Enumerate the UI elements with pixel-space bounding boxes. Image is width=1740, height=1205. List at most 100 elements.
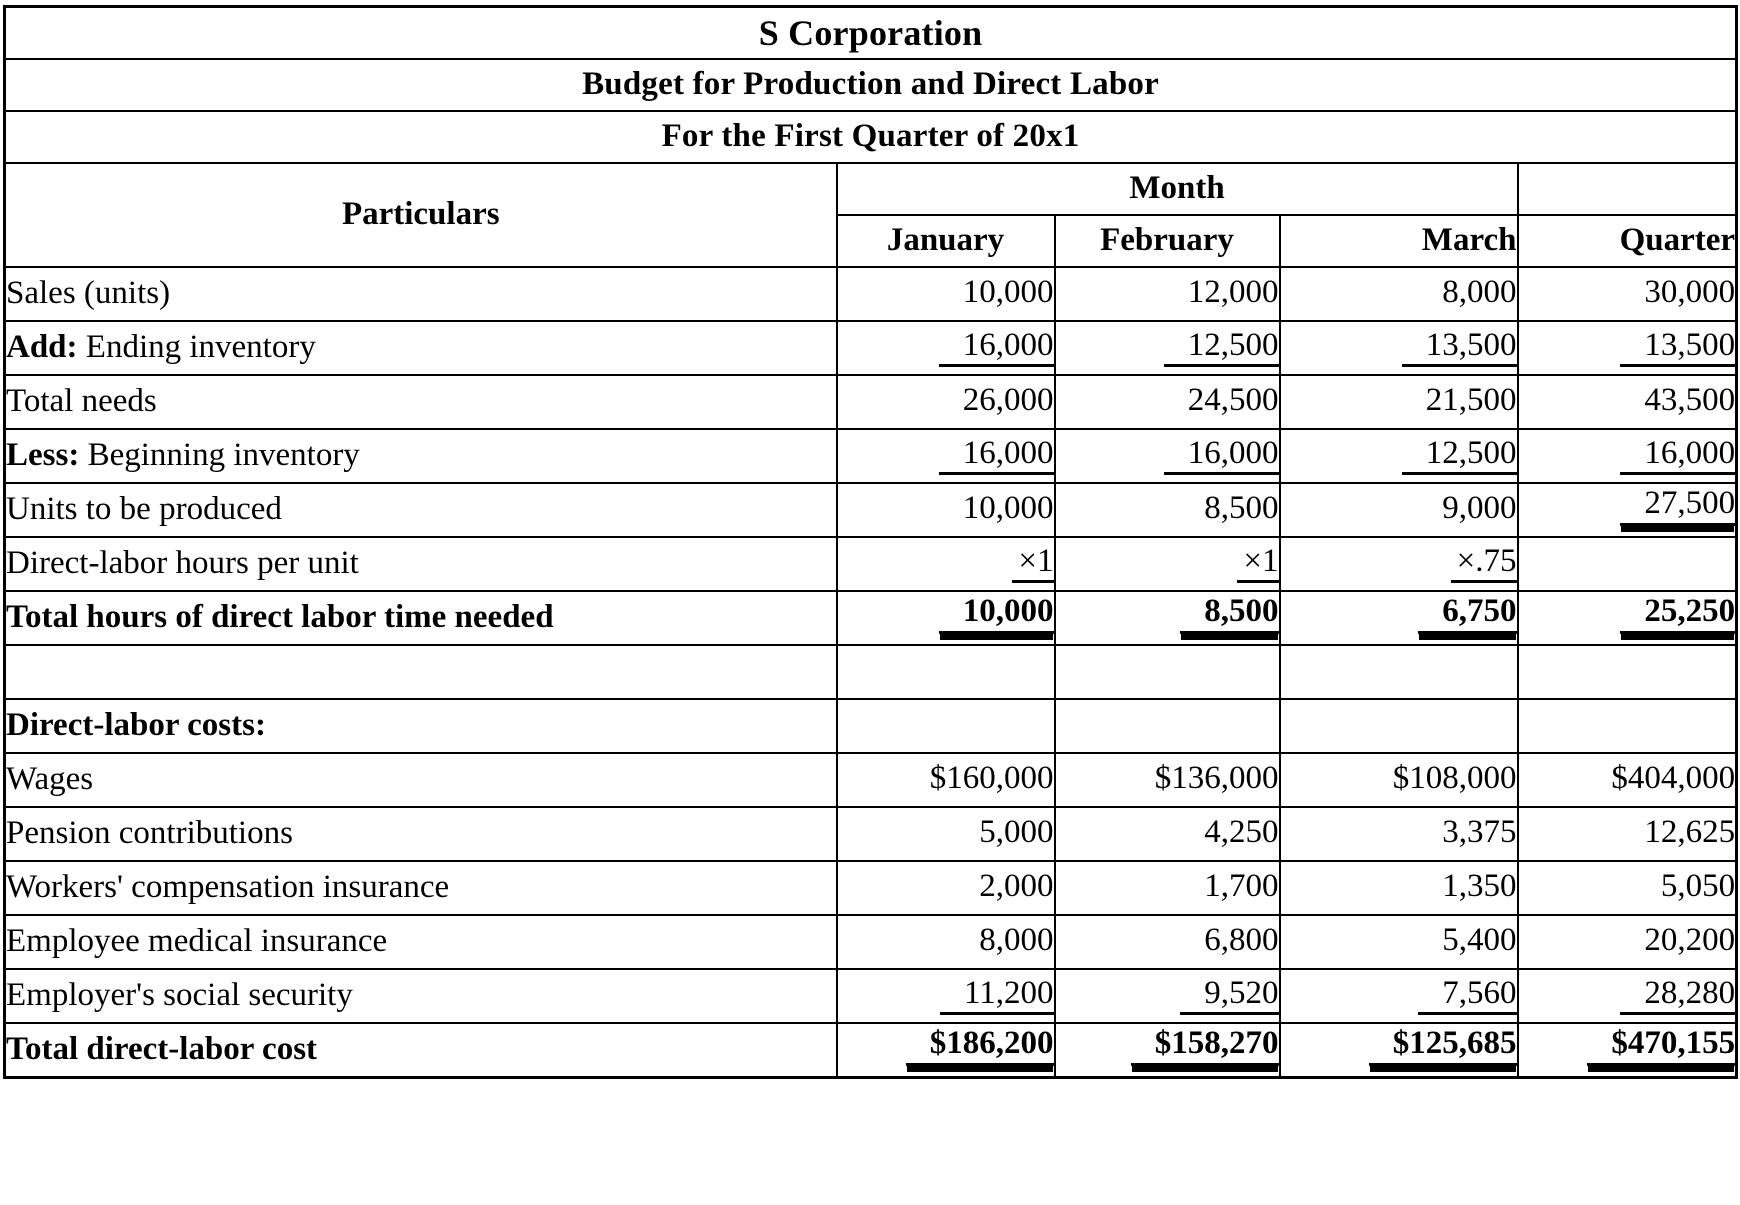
row-label-prefix: Add: [6,329,86,366]
cell-january [835,644,1056,700]
cell-value: 43,500 [1644,382,1736,419]
cell-value: 2,000 [979,868,1054,905]
title-row-company: S Corporation [3,5,1738,60]
title-row-period: For the First Quarter of 20x1 [3,110,1738,164]
row-label: Total needs [3,374,838,430]
cell-february: 6,800 [1053,914,1281,970]
cell-march: 9,000 [1278,482,1519,538]
cell-value: 20,200 [1644,922,1736,959]
table-row: Direct-labor hours per unit ×1 ×1 ×.75 [3,536,1738,592]
row-label: Wages [3,752,838,808]
cell-value: $404,000 [1611,760,1736,797]
cell-january: 11,200 [835,968,1056,1024]
cell-january: 10,000 [835,590,1056,646]
cell-value: 16,000 [1163,436,1279,476]
table-row: Units to be produced 10,000 8,500 9,000 27,5… [3,482,1738,538]
cell-march: $108,000 [1278,752,1519,808]
statement-title: Budget for Production and Direct Labor [3,58,1738,112]
table-row: Total hours of direct labor time needed 1… [3,590,1738,646]
table-row [3,644,1738,700]
row-label: Units to be produced [3,482,838,538]
cell-value: 1,700 [1204,868,1279,905]
cell-march [1278,644,1519,700]
cell-march: 8,000 [1278,266,1519,322]
cell-january [835,698,1056,754]
cell-value: 16,000 [1620,436,1736,476]
cell-value: 8,000 [1442,274,1517,311]
cell-value: 21,500 [1425,382,1517,419]
table-row: Total direct-labor cost $186,200 $158,270 $… [3,1022,1738,1079]
cell-march: 3,375 [1278,806,1519,862]
cell-value: 30,000 [1644,274,1736,311]
row-label: Total direct-labor cost [3,1022,838,1079]
cell-january: $186,200 [835,1022,1056,1079]
cell-value: 11,200 [939,976,1054,1016]
cell-february: 1,700 [1053,860,1281,916]
cell-january: 10,000 [835,266,1056,322]
cell-value: 26,000 [962,382,1054,419]
data-rows-host: Sales (units) 10,000 12,000 8,000 30,000 Add:… [3,266,1738,1079]
cell-value: ×1 [1012,544,1054,584]
cell-february: 24,500 [1053,374,1281,430]
cell-quarter [1516,536,1738,592]
cell-value: $136,000 [1154,760,1279,797]
cell-march: $125,685 [1278,1022,1519,1079]
cell-january: 5,000 [835,806,1056,862]
cell-january: 16,000 [835,320,1056,376]
cell-value: 16,000 [938,328,1054,368]
budget-sheet: S Corporation Budget for Production and … [0,0,1740,1205]
cell-value: 13,500 [1401,328,1517,368]
cell-quarter: 27,500 [1516,482,1738,538]
row-label-text: Beginning inventory [87,437,360,474]
cell-value: 6,800 [1204,922,1279,959]
cell-value: 7,560 [1418,976,1517,1016]
row-label: Direct-labor costs: [3,698,838,754]
cell-february: 16,000 [1053,428,1281,484]
cell-february: 8,500 [1053,590,1281,646]
cell-value: 12,625 [1644,814,1736,851]
cell-february: ×1 [1053,536,1281,592]
table-row: Less: Beginning inventory 16,000 16,000 12,… [3,428,1738,484]
table-row: Wages $160,000 $136,000 $108,000 $404,000 [3,752,1738,808]
cell-quarter: 20,200 [1516,914,1738,970]
cell-january: $160,000 [835,752,1056,808]
column-header-particulars: Particulars [3,162,838,268]
period-title: For the First Quarter of 20x1 [3,110,1738,164]
cell-january: 10,000 [835,482,1056,538]
cell-value: 4,250 [1204,814,1279,851]
table-row: Add: Ending inventory 16,000 12,500 13,500 1… [3,320,1738,376]
cell-value: 12,500 [1401,436,1517,476]
cell-quarter: 25,250 [1516,590,1738,646]
cell-value: 8,500 [1180,594,1279,634]
cell-value: 8,500 [1204,490,1279,527]
cell-value: $125,685 [1368,1026,1517,1066]
cell-march: 6,750 [1278,590,1519,646]
cell-quarter: $470,155 [1516,1022,1738,1079]
cell-march: 12,500 [1278,428,1519,484]
cell-value: 25,250 [1620,594,1736,634]
cell-value: $160,000 [929,760,1054,797]
cell-value: 5,050 [1660,868,1736,905]
cell-value: 27,500 [1620,486,1736,526]
column-group-header-month: Month [835,162,1519,216]
row-label: Employer's social security [3,968,838,1024]
column-header-january: January [835,214,1056,268]
cell-value: 10,000 [962,274,1054,311]
cell-quarter [1516,644,1738,700]
row-label: Workers' compensation insurance [3,860,838,916]
cell-value: 28,280 [1620,976,1736,1016]
cell-quarter: $404,000 [1516,752,1738,808]
company-name: S Corporation [3,5,1738,60]
table-row: Employee medical insurance 8,000 6,800 5,40… [3,914,1738,970]
cell-value: ×1 [1237,544,1279,584]
cell-value: $186,200 [905,1026,1054,1066]
table-row: Direct-labor costs: [3,698,1738,754]
row-label: Less: Beginning inventory [3,428,838,484]
cell-value: 9,000 [1442,490,1517,527]
cell-quarter: 28,280 [1516,968,1738,1024]
row-label: Pension contributions [3,806,838,862]
cell-february: $136,000 [1053,752,1281,808]
cell-value: 3,375 [1442,814,1517,851]
cell-february: 9,520 [1053,968,1281,1024]
cell-value: 13,500 [1620,328,1736,368]
